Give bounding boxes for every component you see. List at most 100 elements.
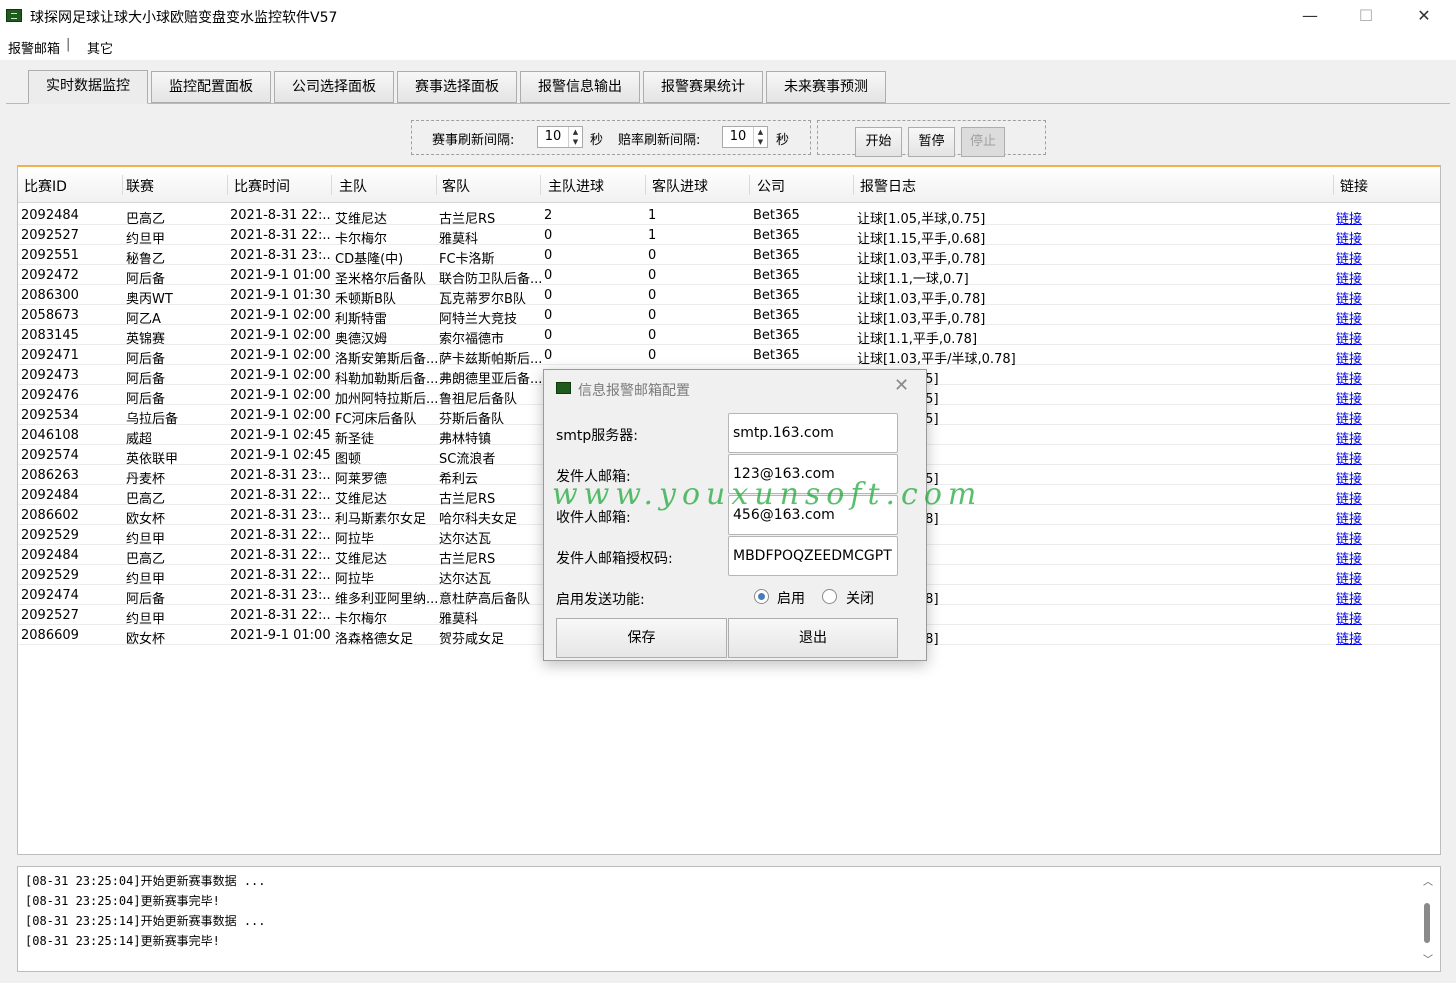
menu-separator: | <box>66 37 71 52</box>
table-row[interactable]: 2092484 巴高乙 2021-8-31 22:... 艾维尼达 古兰尼RS 2 1 Bet… <box>18 205 1440 227</box>
enable-radio[interactable] <box>754 589 769 604</box>
close-button[interactable]: ✕ <box>1396 0 1452 32</box>
disable-radio[interactable] <box>822 589 837 604</box>
odds-interval-value[interactable]: 10 <box>723 129 753 144</box>
column-header[interactable]: 链接 <box>1340 176 1368 196</box>
column-header[interactable]: 客队进球 <box>652 176 708 196</box>
menu-bar: 报警邮箱 | 其它 <box>0 32 1456 60</box>
odds-interval-spinner[interactable]: 10 ▲ ▼ <box>722 126 768 148</box>
column-header[interactable]: 客队 <box>442 176 470 196</box>
table-cell: 2058673 <box>21 308 79 323</box>
table-cell: 2021-8-31 22:... <box>230 608 330 623</box>
tab-company-select[interactable]: 公司选择面板 <box>274 71 394 103</box>
column-header[interactable]: 公司 <box>757 176 785 196</box>
table-cell: 欧女杯 <box>126 632 166 647</box>
spin-down-icon[interactable]: ▼ <box>569 137 582 147</box>
table-cell: Bet365 <box>753 208 800 223</box>
menu-other[interactable]: 其它 <box>87 38 113 57</box>
table-row[interactable]: 2092471 阿后备 2021-9-1 02:00 洛斯安第斯后备... 萨卡兹斯帕斯… <box>18 345 1440 367</box>
table-cell: 2021-9-1 02:00 <box>230 408 330 423</box>
dialog-close-icon[interactable]: ✕ <box>894 375 909 396</box>
table-cell: 2021-8-31 22:... <box>230 228 330 243</box>
auth-code-input[interactable]: MBDFPOQZEEDMCGPT <box>728 536 898 576</box>
table-row[interactable]: 2092472 阿后备 2021-9-1 01:00 圣米格尔后备队 联合防卫队后备..… <box>18 265 1440 287</box>
table-cell: 2092529 <box>21 528 79 543</box>
maximize-button[interactable]: ☐ <box>1338 0 1394 32</box>
match-interval-spinner[interactable]: 10 ▲ ▼ <box>537 126 583 148</box>
match-interval-value[interactable]: 10 <box>538 129 568 144</box>
smtp-server-input[interactable]: smtp.163.com <box>728 413 898 453</box>
stop-button[interactable]: 停止 <box>961 127 1005 157</box>
tab-strip-divider <box>6 103 1450 104</box>
table-cell: 2021-8-31 22:... <box>230 488 330 503</box>
table-cell: 2021-9-1 02:00 <box>230 308 330 323</box>
table-cell: 2092527 <box>21 228 79 243</box>
column-header[interactable]: 比赛时间 <box>234 176 290 196</box>
menu-alarm-email[interactable]: 报警邮箱 <box>8 38 60 57</box>
table-row[interactable]: 2092527 约旦甲 2021-8-31 22:... 卡尔梅尔 雅莫科 0 1 Bet36… <box>18 225 1440 247</box>
spin-up-icon[interactable]: ▲ <box>754 127 767 137</box>
spin-down-icon[interactable]: ▼ <box>754 137 767 147</box>
receiver-email-input[interactable]: 456@163.com <box>728 495 898 535</box>
column-header[interactable]: 主队 <box>339 176 367 196</box>
column-header[interactable]: 报警日志 <box>860 176 916 196</box>
table-cell: 2092534 <box>21 408 79 423</box>
sender-email-input[interactable]: 123@163.com <box>728 454 898 494</box>
table-cell: Bet365 <box>753 288 800 303</box>
table-cell: 0 <box>544 228 553 243</box>
app-icon <box>556 382 571 394</box>
column-header[interactable]: 比赛ID <box>24 176 67 196</box>
tab-alarm-output[interactable]: 报警信息输出 <box>520 71 640 103</box>
table-cell: Bet365 <box>753 328 800 343</box>
table-cell: 2021-9-1 01:00 <box>230 268 330 283</box>
table-cell: 2086263 <box>21 468 79 483</box>
enable-radio-label[interactable]: 启用 <box>777 588 805 608</box>
minimize-button[interactable]: — <box>1282 0 1338 32</box>
sender-email-label: 发件人邮箱: <box>556 469 631 485</box>
disable-radio-label[interactable]: 关闭 <box>846 588 874 608</box>
pause-button[interactable]: 暂停 <box>908 127 955 157</box>
start-button[interactable]: 开始 <box>855 127 902 157</box>
table-cell: Bet365 <box>753 268 800 283</box>
tab-future-forecast[interactable]: 未来赛事预测 <box>766 71 886 103</box>
table-row[interactable]: 2058673 阿乙A 2021-9-1 02:00 利斯特雷 阿特兰大竞技 0 0 Bet3… <box>18 305 1440 327</box>
table-cell: 0.73] <box>857 488 1327 503</box>
table-row[interactable]: 2092551 秘鲁乙 2021-8-31 23:... CD基隆(中) FC卡洛斯 0 0… <box>18 245 1440 267</box>
table-cell: 2021-9-1 01:00 <box>230 628 330 643</box>
save-button[interactable]: 保存 <box>556 618 727 658</box>
enable-send-label: 启用发送功能: <box>556 592 645 608</box>
table-cell: 2021-9-1 02:45 <box>230 428 330 443</box>
table-cell: 2092474 <box>21 588 79 603</box>
app-icon <box>6 9 22 22</box>
seconds-label: 秒 <box>590 133 604 148</box>
table-cell: 2092476 <box>21 388 79 403</box>
log-line: [08-31 23:25:04]开始更新赛事数据 ... <box>25 874 266 888</box>
log-output[interactable]: [08-31 23:25:04]开始更新赛事数据 ... [08-31 23:2… <box>17 866 1441 972</box>
table-cell: Bet365 <box>753 308 800 323</box>
scroll-up-icon[interactable]: ︿ <box>1420 873 1436 888</box>
table-cell: 2021-9-1 02:45 <box>230 448 330 463</box>
tab-monitor-config[interactable]: 监控配置面板 <box>151 71 271 103</box>
row-link[interactable]: 链接 <box>1336 628 1396 647</box>
scroll-down-icon[interactable]: ﹀ <box>1420 951 1436 966</box>
auth-code-label: 发件人邮箱授权码: <box>556 551 673 567</box>
table-cell: 0 <box>648 248 657 263</box>
table-row[interactable]: 2086300 奥丙WT 2021-9-1 01:30 禾顿斯B队 瓦克蒂罗尔B队 0 0 B… <box>18 285 1440 307</box>
spin-up-icon[interactable]: ▲ <box>569 127 582 137</box>
email-config-dialog: 信息报警邮箱配置 ✕ smtp服务器: smtp.163.com 发件人邮箱: … <box>543 369 927 661</box>
table-cell: 2092529 <box>21 568 79 583</box>
table-cell: 0 <box>544 308 553 323</box>
table-cell: 2021-9-1 02:00 <box>230 368 330 383</box>
table-cell: 2083145 <box>21 328 79 343</box>
column-header[interactable]: 主队进球 <box>548 176 604 196</box>
column-header[interactable]: 联赛 <box>126 176 154 196</box>
exit-button[interactable]: 退出 <box>728 618 898 658</box>
table-row[interactable]: 2083145 英锦赛 2021-9-1 02:00 奥德汉姆 索尔福德市 0 0 Bet36… <box>18 325 1440 347</box>
table-cell: 2092484 <box>21 488 79 503</box>
tab-match-select[interactable]: 赛事选择面板 <box>397 71 517 103</box>
table-cell: 0 <box>544 288 553 303</box>
tab-realtime-monitor[interactable]: 实时数据监控 <box>28 70 148 104</box>
tab-alarm-results[interactable]: 报警赛果统计 <box>643 71 763 103</box>
table-cell: Bet365 <box>753 248 800 263</box>
scrollbar-thumb[interactable] <box>1424 903 1430 943</box>
